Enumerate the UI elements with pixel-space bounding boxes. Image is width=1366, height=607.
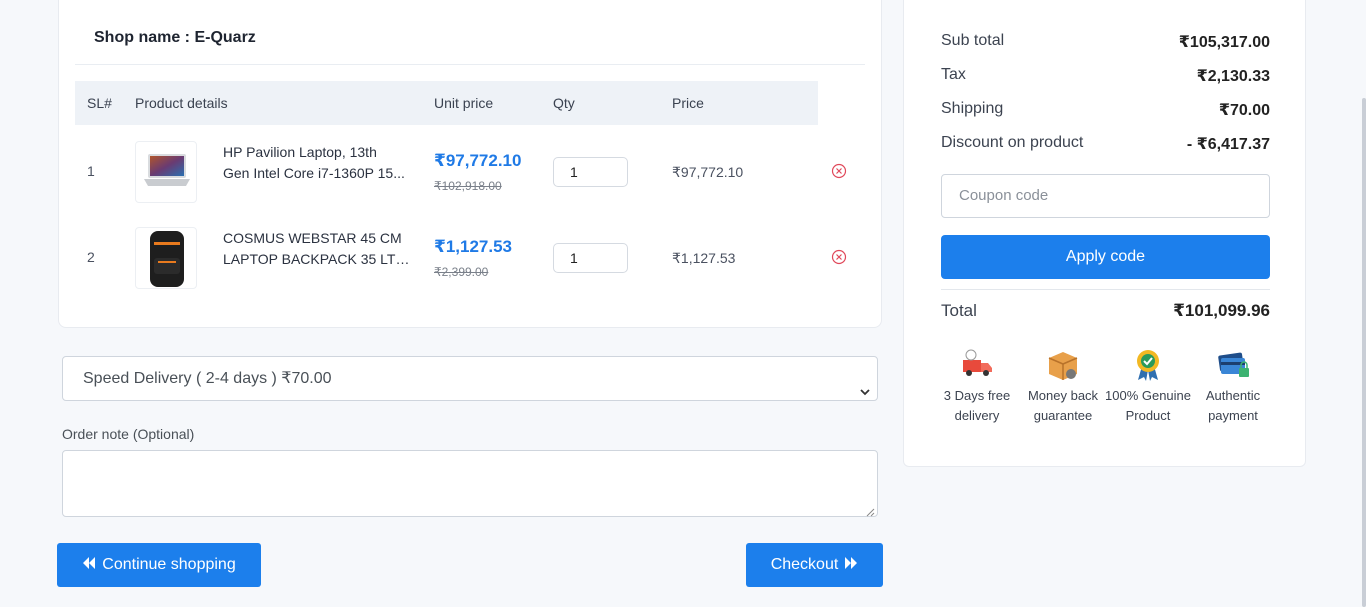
order-summary: Sub total ₹105,317.00 Tax ₹2,130.33 Ship… (903, 0, 1306, 467)
order-note-textarea[interactable] (62, 450, 878, 517)
row-price: ₹97,772.10 (672, 164, 744, 180)
double-left-arrow-icon (82, 556, 96, 574)
chevron-down-icon (859, 372, 871, 396)
product-name[interactable]: COSMUS WEBSTAR 45 CM LAPTOP BACKPACK 35 … (223, 228, 413, 270)
secure-card-icon (1215, 346, 1251, 382)
continue-shopping-label: Continue shopping (102, 556, 236, 573)
total-value: ₹101,099.96 (1173, 301, 1270, 320)
resize-handle-icon[interactable] (865, 504, 875, 517)
order-note-label: Order note (Optional) (62, 426, 195, 442)
apply-code-button[interactable]: Apply code (941, 235, 1270, 279)
feature-money-back: Money back guarantee (1020, 346, 1106, 425)
product-name[interactable]: HP Pavilion Laptop, 13th Gen Intel Core … (223, 142, 413, 184)
divider (941, 289, 1270, 290)
remove-icon[interactable] (831, 163, 847, 179)
backpack-image[interactable] (135, 227, 197, 289)
quantity-input[interactable]: 1 (553, 157, 628, 187)
continue-shopping-button[interactable]: Continue shopping (57, 543, 261, 587)
header-price: Price (672, 95, 704, 111)
tax-value: ₹2,130.33 (1196, 68, 1270, 85)
row-sl: 1 (87, 163, 95, 179)
tax-row: Tax ₹2,130.33 (941, 66, 1270, 85)
shipping-value: ₹70.00 (1218, 102, 1270, 119)
discount-row: Discount on product - ₹6,417.37 (941, 134, 1270, 153)
table-row: 2 COSMUS WEBSTAR 45 CM LAPTOP BACKPACK 3… (75, 215, 865, 295)
header-product-details: Product details (135, 95, 228, 111)
laptop-image[interactable] (135, 141, 197, 203)
page-scrollbar[interactable] (1362, 98, 1366, 607)
subtotal-value: ₹105,317.00 (1178, 34, 1270, 51)
tax-label: Tax (941, 66, 966, 83)
row-price: ₹1,127.53 (672, 250, 736, 266)
header-sl: SL# (87, 95, 112, 111)
cart-card: Shop name : E-Quarz SL# Product details … (58, 0, 882, 328)
subtotal-row: Sub total ₹105,317.00 (941, 32, 1270, 51)
header-unit-price: Unit price (434, 95, 494, 111)
discount-value: - ₹6,417.37 (1186, 136, 1270, 153)
total-label: Total (941, 301, 977, 320)
delivery-select[interactable]: Speed Delivery ( 2-4 days ) ₹70.00 (62, 356, 878, 401)
feature-label: 100% Genuine Product (1105, 388, 1192, 423)
row-sl: 2 (87, 249, 95, 265)
original-price: ₹102,918.00 (434, 179, 502, 193)
divider (75, 64, 865, 65)
coupon-input[interactable]: Coupon code (941, 174, 1270, 218)
feature-free-delivery: 3 Days free delivery (934, 346, 1020, 425)
feature-label: Authentic payment (1205, 388, 1261, 423)
delivery-truck-icon (959, 346, 995, 382)
shipping-row: Shipping ₹70.00 (941, 100, 1270, 119)
shipping-label: Shipping (941, 100, 1004, 117)
double-right-arrow-icon (844, 556, 858, 574)
discount-label: Discount on product (941, 134, 1084, 151)
checkout-label: Checkout (770, 556, 839, 573)
feature-genuine: 100% Genuine Product (1105, 346, 1191, 425)
shop-name: Shop name : E-Quarz (94, 29, 256, 46)
delivery-selected-value: Speed Delivery ( 2-4 days ) ₹70.00 (83, 370, 332, 387)
unit-price: ₹1,127.53 (434, 237, 513, 256)
feature-label: Money back guarantee (1027, 388, 1099, 423)
feature-label: 3 Days free delivery (943, 388, 1011, 423)
quantity-input[interactable]: 1 (553, 243, 628, 273)
checkout-button[interactable]: Checkout (746, 543, 883, 587)
subtotal-label: Sub total (941, 32, 1005, 49)
feature-authentic-payment: Authentic payment (1190, 346, 1276, 425)
remove-icon[interactable] (831, 249, 847, 265)
header-qty: Qty (553, 95, 575, 111)
original-price: ₹2,399.00 (434, 265, 489, 279)
genuine-badge-icon (1130, 346, 1166, 382)
total-row: Total ₹101,099.96 (941, 301, 1270, 321)
table-row: 1 HP Pavilion Laptop, 13th Gen Intel Cor… (75, 129, 865, 209)
table-header: SL# Product details Unit price Qty Price (75, 81, 818, 125)
money-back-box-icon (1045, 346, 1081, 382)
unit-price: ₹97,772.10 (434, 151, 522, 170)
